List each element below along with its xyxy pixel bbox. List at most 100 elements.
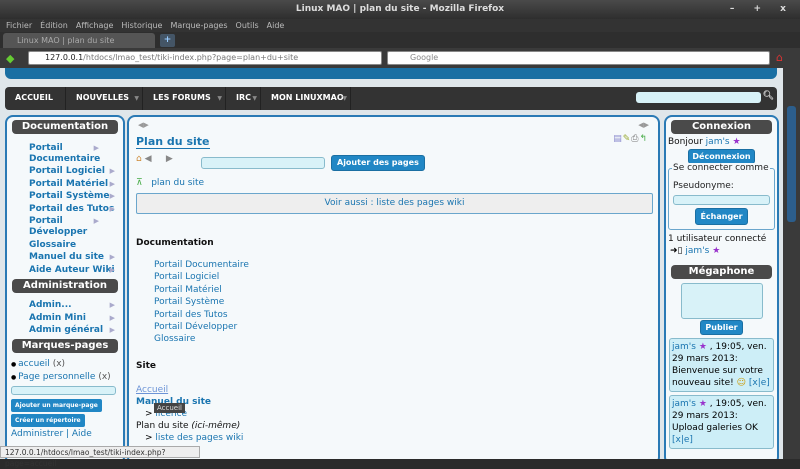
- menu-aide[interactable]: Aide: [267, 21, 285, 30]
- module-title: Administration: [12, 278, 118, 293]
- sidebar-item[interactable]: Admin Mini ▶: [7, 313, 123, 324]
- new-tab-button[interactable]: +: [160, 34, 175, 47]
- doc-link[interactable]: Portail Développer: [154, 321, 249, 333]
- user-link[interactable]: jam's: [706, 137, 730, 147]
- doc-link-list: Portail Documentaire Portail Logiciel Po…: [154, 259, 249, 346]
- sidebar-item[interactable]: Admin... ▶: [7, 300, 123, 311]
- sidebar-item[interactable]: Portail Système ▶: [7, 191, 123, 202]
- menu-bar: Fichier Édition Affichage Historique Marque-…: [0, 19, 800, 32]
- chevron-down-icon: ▼: [342, 95, 347, 102]
- nav-forums[interactable]: LES FORUMS ▼: [143, 87, 226, 110]
- liste-item: > liste des pages wiki: [145, 433, 244, 443]
- collapse-right-icon[interactable]: ◀▶: [638, 121, 649, 129]
- back-arrow-icon[interactable]: ◆: [6, 52, 14, 65]
- chevron-right-icon: ▶: [109, 204, 115, 213]
- sidebar-item[interactable]: Portail Documentaire ▶: [7, 143, 107, 165]
- rename-icon[interactable]: ✎: [623, 134, 632, 144]
- window-controls[interactable]: – + x: [730, 0, 794, 19]
- star-icon: ★: [698, 399, 707, 409]
- sidebar-item[interactable]: Portail des Tutos ▶: [7, 204, 123, 215]
- doc-link[interactable]: Portail Documentaire: [154, 259, 249, 271]
- breadcrumb-link[interactable]: plan du site: [151, 178, 204, 188]
- module-title: Documentation: [12, 120, 118, 134]
- remove-bookmark[interactable]: (x): [98, 372, 110, 382]
- add-pages-button[interactable]: Ajouter des pages: [331, 155, 425, 171]
- see-also-link[interactable]: Voir aussi : liste des pages wiki: [136, 193, 653, 214]
- chevron-right-icon: ▶: [109, 179, 115, 188]
- sidebar-item[interactable]: Manuel du site ▶: [7, 252, 123, 263]
- message-actions[interactable]: [x|e]: [672, 435, 693, 445]
- right-sidebar: Connexion Bonjour jam's ★ Déconnexion Se…: [664, 115, 779, 459]
- browser-tab[interactable]: Linux MAO | plan du site: [3, 33, 155, 48]
- admin-help-links[interactable]: Administrer | Aide: [7, 429, 123, 439]
- publish-button[interactable]: Publier: [700, 320, 743, 335]
- menu-outils[interactable]: Outils: [236, 21, 259, 30]
- message-actions[interactable]: [x|e]: [749, 378, 770, 388]
- doc-link[interactable]: Portail Système: [154, 296, 249, 308]
- nav-accueil[interactable]: ACCUEIL: [5, 87, 66, 110]
- page-scrollbar[interactable]: [783, 68, 800, 459]
- chevron-down-icon: ▼: [134, 95, 139, 102]
- wiki-nav: ⌂ ◀ ▶: [136, 154, 173, 164]
- module-title: Connexion: [671, 120, 772, 134]
- doc-link[interactable]: Glossaire: [154, 333, 249, 345]
- status-bar: 127.0.0.1/htdocs/lmao_test/tiki-index.ph…: [0, 446, 200, 468]
- chevron-right-icon: ▶: [109, 192, 115, 200]
- page-name-input[interactable]: [201, 157, 325, 169]
- search-bar[interactable]: Google: [387, 51, 770, 65]
- menu-affichage[interactable]: Affichage: [76, 21, 114, 30]
- chevron-right-icon: ▶: [109, 326, 115, 334]
- prev-icon[interactable]: ◀: [145, 154, 152, 164]
- accueil-link[interactable]: Accueil: [136, 385, 168, 395]
- sidebar-item[interactable]: Admin général ▶: [7, 325, 123, 336]
- section-heading: Documentation: [136, 238, 214, 248]
- scrollbar-thumb[interactable]: [787, 106, 796, 222]
- url-host: 127.0.0.1: [45, 53, 84, 62]
- switch-button[interactable]: Échanger: [695, 208, 748, 225]
- chevron-down-icon: ▼: [217, 95, 222, 102]
- menu-edition[interactable]: Édition: [40, 21, 68, 30]
- doc-link[interactable]: Portail des Tutos: [154, 309, 249, 321]
- liste-link[interactable]: liste des pages wiki: [155, 433, 243, 443]
- sidebar-item[interactable]: Portail Développer ▶: [7, 216, 99, 238]
- bookmark-input[interactable]: [11, 386, 116, 395]
- menu-fichier[interactable]: Fichier: [6, 21, 32, 30]
- create-folder-button[interactable]: Créer un répertoire: [11, 414, 85, 427]
- tab-bar: Linux MAO | plan du site +: [0, 32, 800, 48]
- pseudo-input[interactable]: [673, 195, 770, 205]
- home-icon[interactable]: ⌂: [136, 154, 142, 164]
- add-bookmark-button[interactable]: Ajouter un marque-page: [11, 399, 102, 412]
- site-banner: [5, 68, 777, 79]
- sidebar-item[interactable]: Portail Matériel ▶: [7, 179, 123, 190]
- smiley-icon: ☺: [736, 378, 746, 388]
- home-icon[interactable]: ⌂: [776, 51, 783, 64]
- sidebar-item[interactable]: Glossaire: [7, 240, 123, 251]
- doc-link[interactable]: Portail Matériel: [154, 284, 249, 296]
- bookmark-item[interactable]: accueil (x): [7, 358, 123, 371]
- search-icon[interactable]: 🔍︎: [763, 91, 774, 101]
- sidebar-item[interactable]: Portail Logiciel ▶: [7, 166, 123, 177]
- undo-icon[interactable]: ↰: [639, 134, 648, 144]
- url-bar[interactable]: 127.0.0.1/htdocs/lmao_test/tiki-index.ph…: [28, 51, 382, 65]
- user-link[interactable]: jam's: [685, 246, 709, 256]
- menu-marque-pages[interactable]: Marque-pages: [170, 21, 227, 30]
- menu-historique[interactable]: Historique: [121, 21, 162, 30]
- logout-button[interactable]: Déconnexion: [688, 149, 755, 164]
- shout-textarea[interactable]: [680, 283, 763, 319]
- url-path: /htdocs/lmao_test/tiki-index.php?page=pl…: [83, 53, 299, 62]
- bookmark-item[interactable]: Page personnelle (x): [7, 371, 123, 384]
- edit-icon[interactable]: ▤: [613, 134, 623, 144]
- nav-nouvelles[interactable]: NOUVELLES ▼: [66, 87, 143, 110]
- nav-mon-linuxmao[interactable]: MON LINUXMAO ▼: [261, 87, 351, 110]
- site-search-input[interactable]: [636, 92, 761, 103]
- online-count: 1 utilisateur connecté: [668, 234, 767, 244]
- doc-link[interactable]: Portail Logiciel: [154, 271, 249, 283]
- collapse-left-icon[interactable]: ◀▶: [138, 121, 149, 129]
- chevron-right-icon: ▶: [109, 301, 115, 309]
- nav-irc[interactable]: IRC ▼: [226, 87, 261, 110]
- remove-bookmark[interactable]: (x): [53, 359, 65, 369]
- chevron-right-icon: ▶: [109, 253, 115, 261]
- sidebar-item[interactable]: Aide Auteur Wiki ▶: [7, 265, 123, 276]
- next-icon[interactable]: ▶: [166, 154, 173, 164]
- nav-label: MON LINUXMAO: [271, 93, 344, 102]
